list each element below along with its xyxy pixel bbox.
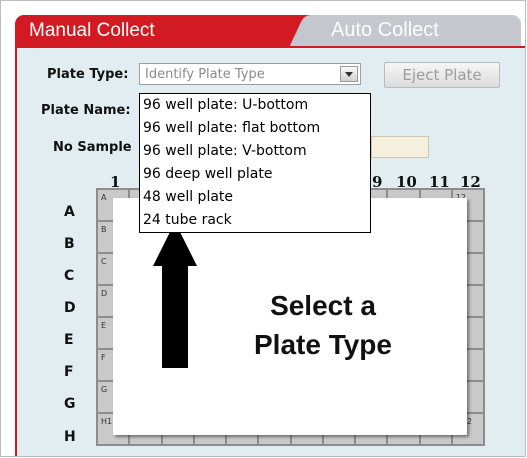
plate-type-dropdown: 96 well plate: U-bottom 96 well plate: f… xyxy=(139,93,371,233)
dropdown-option[interactable]: 96 well plate: U-bottom xyxy=(140,94,370,117)
dropdown-option[interactable]: 96 well plate: V-bottom xyxy=(140,140,370,163)
dropdown-option[interactable]: 96 deep well plate xyxy=(140,163,370,186)
no-sample-label: No Sample xyxy=(53,140,132,155)
plate-type-label: Plate Type: xyxy=(47,67,129,82)
dropdown-option[interactable]: 48 well plate xyxy=(140,186,370,209)
plate-type-placeholder: Identify Plate Type xyxy=(145,67,265,82)
row-header: D xyxy=(64,300,76,316)
app-window: Manual Collect Auto Collect Plate Type: … xyxy=(0,0,526,457)
row-header: F xyxy=(64,364,74,380)
row-header: H xyxy=(64,429,76,445)
plate-name-label: Plate Name: xyxy=(41,103,131,118)
overlay-line-1: Select a xyxy=(270,290,376,321)
row-header: G xyxy=(64,396,76,412)
up-arrow-shaft xyxy=(162,264,188,368)
dropdown-option[interactable]: 24 tube rack xyxy=(140,209,370,232)
row-header: E xyxy=(64,332,74,348)
eject-plate-button[interactable]: Eject Plate xyxy=(384,62,500,88)
row-header: B xyxy=(64,236,75,252)
tab-manual-collect[interactable]: Manual Collect xyxy=(15,15,331,46)
row-header: C xyxy=(64,268,75,284)
chevron-down-icon[interactable] xyxy=(340,66,358,82)
overlay-message: Select a Plate Type xyxy=(208,286,438,364)
plate-type-select[interactable]: Identify Plate Type xyxy=(139,63,361,85)
select-plate-overlay: Select a Plate Type xyxy=(113,198,467,435)
tab-auto-collect[interactable]: Auto Collect xyxy=(311,15,521,46)
plate-name-input[interactable] xyxy=(371,136,429,158)
dropdown-option[interactable]: 96 well plate: flat bottom xyxy=(140,117,370,140)
overlay-line-2: Plate Type xyxy=(254,329,392,360)
row-header: A xyxy=(64,204,75,220)
tab-auto-collect-label: Auto Collect xyxy=(331,19,439,41)
